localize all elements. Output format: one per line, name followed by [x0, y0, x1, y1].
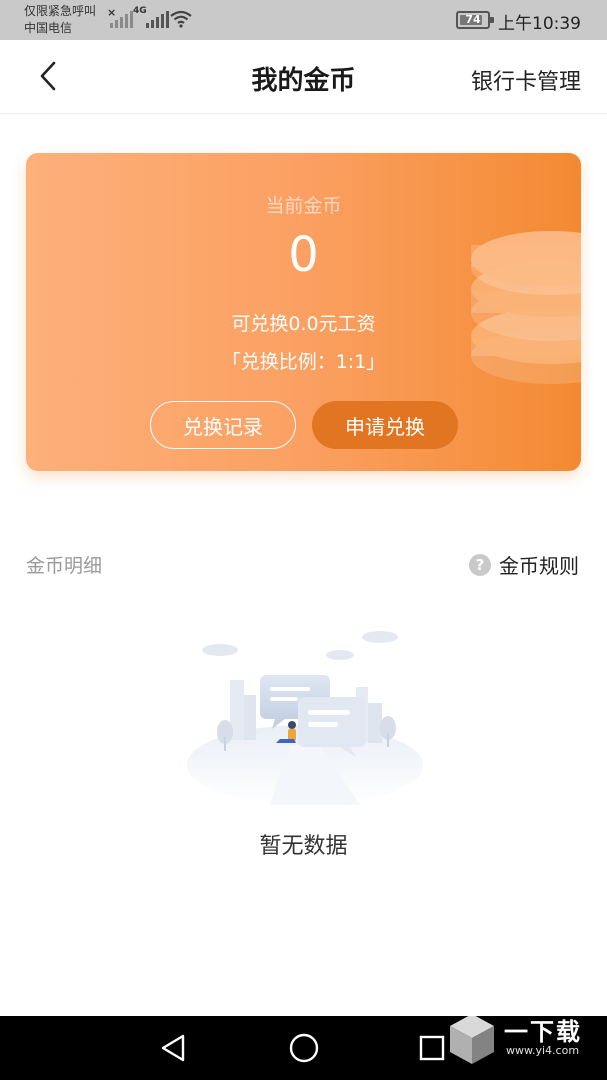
signal-icon: [110, 8, 133, 28]
coin-balance-card: 当前金币 0 可兑换0.0元工资 「兑换比例：1:1」 兑换记录 申请兑换: [26, 153, 581, 471]
battery-level: 74: [465, 13, 481, 26]
network-type: 4G: [133, 6, 147, 16]
question-icon: ?: [469, 553, 491, 576]
triangle-back-icon[interactable]: [158, 1032, 188, 1064]
bank-card-management-link[interactable]: 银行卡管理: [471, 64, 581, 96]
watermark: 一下载 www.yi4.com: [444, 1010, 604, 1072]
status-bar: 仅限紧急呼叫 中国电信 × 4G 74 上午10:39: [0, 0, 607, 40]
exchange-ratio: 「兑换比例：1:1」: [221, 351, 386, 373]
empty-state-text: 暂无数据: [259, 834, 348, 859]
wifi-icon: [170, 10, 192, 28]
battery-icon: 74: [456, 11, 494, 29]
exchangeable-amount: 可兑换0.0元工资: [231, 313, 376, 335]
carrier-name: 中国电信: [24, 21, 73, 35]
watermark-url: www.yi4.com: [506, 1044, 580, 1057]
watermark-text: 一下载: [504, 1018, 582, 1046]
coin-balance: 0: [288, 227, 319, 283]
coin-rules-link[interactable]: ? 金币规则: [469, 550, 579, 579]
signal-strength-icon: [146, 8, 169, 28]
empty-state-illustration: [187, 631, 423, 805]
watermark-cube-icon: [450, 1014, 494, 1064]
clock: 上午10:39: [498, 14, 581, 34]
app-header: 我的金币 银行卡管理: [0, 40, 607, 114]
current-coins-label: 当前金币: [265, 195, 342, 217]
exchange-record-button[interactable]: 兑换记录: [150, 401, 296, 449]
coin-rules-label: 金币规则: [499, 554, 579, 578]
chevron-left-icon: [40, 61, 56, 91]
carrier-info: 仅限紧急呼叫 中国电信: [24, 3, 96, 37]
circle-home-icon[interactable]: [288, 1032, 320, 1064]
back-button[interactable]: [28, 56, 68, 96]
apply-exchange-button[interactable]: 申请兑换: [312, 401, 458, 449]
coin-details-title: 金币明细: [26, 555, 103, 577]
emergency-text: 仅限紧急呼叫: [24, 4, 97, 18]
square-recent-icon[interactable]: [418, 1034, 446, 1062]
